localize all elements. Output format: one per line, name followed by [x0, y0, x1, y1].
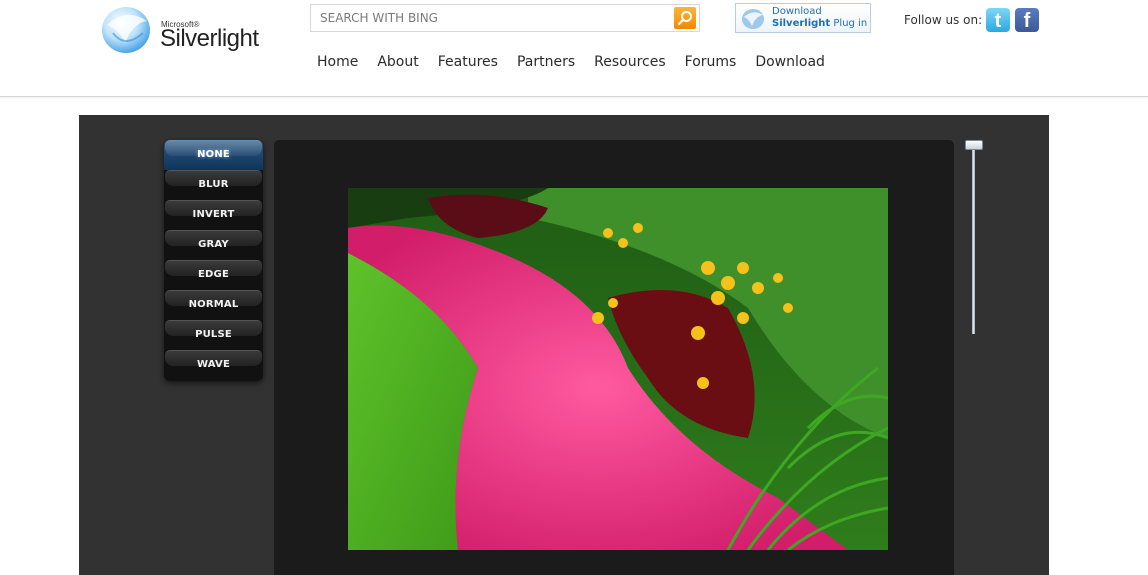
download-line2-bold: Silverlight [772, 18, 831, 29]
search-icon [677, 11, 692, 26]
search-input[interactable] [311, 5, 666, 31]
vertical-slider[interactable] [964, 139, 984, 339]
image-viewer [274, 140, 954, 575]
garden-photo-illustration [348, 188, 888, 550]
nav-partners[interactable]: Partners [517, 54, 575, 74]
effect-label: GRAY [198, 239, 229, 250]
silverlight-orb-icon [742, 9, 764, 29]
effects-panel: NONE BLUR INVERT GRAY EDGE NORMAL PULSE … [164, 140, 263, 381]
effect-label: INVERT [192, 209, 235, 220]
twitter-icon: t [994, 10, 1002, 32]
logo-silverlight-text: Silverlight [160, 25, 259, 52]
effect-edge-button[interactable]: EDGE [164, 260, 263, 290]
nav-home[interactable]: Home [317, 54, 358, 74]
download-line2: Silverlight Plug in [772, 18, 867, 29]
silverlight-logo[interactable]: Microsoft® Silverlight [99, 3, 269, 57]
effect-label: PULSE [195, 329, 232, 340]
nav-forums[interactable]: Forums [685, 54, 737, 74]
download-silverlight-button[interactable]: Download Silverlight Plug in [735, 3, 871, 33]
effect-wave-button[interactable]: WAVE [164, 350, 263, 380]
effect-label: BLUR [198, 179, 229, 190]
download-line2-rest: Plug in [830, 18, 868, 29]
effect-normal-button[interactable]: NORMAL [164, 290, 263, 320]
facebook-link[interactable]: f [1015, 8, 1039, 32]
slider-track[interactable] [972, 147, 975, 334]
silverlight-orb-icon [102, 7, 150, 53]
effect-label: NONE [197, 149, 230, 160]
effect-label: WAVE [196, 359, 230, 370]
effect-none-button[interactable]: NONE [164, 140, 263, 170]
search-button[interactable] [674, 7, 696, 29]
effect-invert-button[interactable]: INVERT [164, 200, 263, 230]
slider-thumb[interactable] [965, 140, 983, 150]
nav-download[interactable]: Download [755, 54, 825, 74]
twitter-link[interactable]: t [986, 8, 1010, 32]
nav-features[interactable]: Features [438, 54, 498, 74]
nav-about[interactable]: About [377, 54, 418, 74]
download-line1: Download [772, 6, 822, 17]
effect-blur-button[interactable]: BLUR [164, 170, 263, 200]
search-box [310, 4, 700, 32]
garden-photo [348, 188, 888, 550]
nav-resources[interactable]: Resources [594, 54, 666, 74]
effect-gray-button[interactable]: GRAY [164, 230, 263, 260]
follow-us-label: Follow us on: [904, 13, 983, 27]
facebook-icon: f [1023, 10, 1031, 32]
silverlight-stage: NONE BLUR INVERT GRAY EDGE NORMAL PULSE … [79, 115, 1049, 575]
main-nav: Home About Features Partners Resources F… [317, 54, 844, 74]
effect-label: NORMAL [188, 299, 239, 310]
site-header: Microsoft® Silverlight Download Silverli… [0, 0, 1148, 97]
effect-pulse-button[interactable]: PULSE [164, 320, 263, 350]
effect-label: EDGE [198, 269, 229, 280]
